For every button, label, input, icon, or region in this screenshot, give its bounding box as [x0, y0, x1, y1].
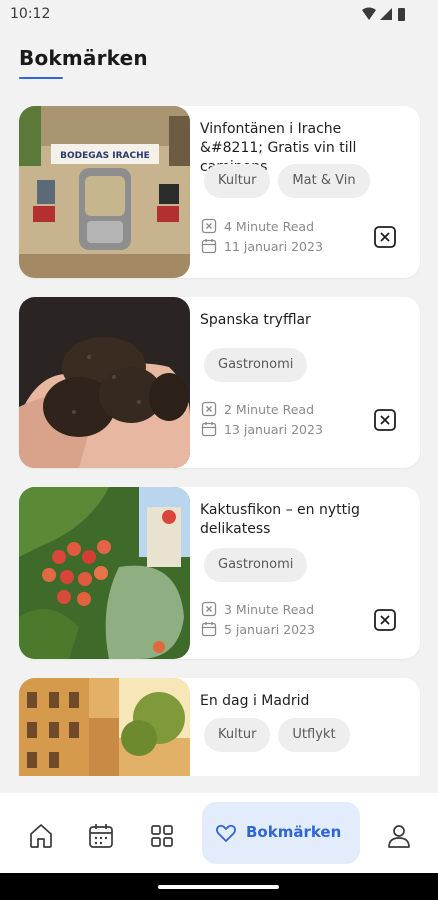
- grid-icon[interactable]: [147, 821, 177, 851]
- read-time-icon: [201, 218, 217, 234]
- tag-list: Kultur Mat & Vin: [204, 164, 370, 198]
- system-navigation-bar: [0, 873, 438, 900]
- tag-list: Gastronomi: [204, 548, 308, 582]
- bookmark-card[interactable]: Kaktusfikon – en nyttig delikatess Gastr…: [19, 487, 420, 659]
- article-image: BODEGAS IRACHE: [19, 106, 190, 278]
- remove-bookmark-button[interactable]: [373, 608, 397, 632]
- calendar-icon: [201, 622, 217, 637]
- bookmark-list[interactable]: BODEGAS IRACHE Vinfontänen i Irache &#82…: [0, 90, 438, 776]
- heart-icon: [215, 824, 237, 842]
- status-bar: 10:12: [0, 0, 438, 30]
- article-image: [19, 297, 190, 468]
- read-time: 4 Minute Read: [224, 218, 315, 234]
- article-title[interactable]: Kaktusfikon – en nyttig delikatess: [200, 501, 405, 539]
- home-indicator[interactable]: [158, 885, 279, 889]
- bookmark-card[interactable]: Spanska tryfflar Gastronomi 2 Minute Rea…: [19, 297, 420, 468]
- publish-date: 5 januari 2023: [224, 621, 315, 637]
- read-time-icon: [201, 601, 217, 617]
- tag-chip[interactable]: Mat & Vin: [278, 164, 370, 198]
- publish-date: 11 januari 2023: [224, 238, 323, 254]
- remove-bookmark-button[interactable]: [373, 408, 397, 432]
- nav-item-bookmarks[interactable]: Bokmärken: [202, 802, 360, 864]
- calendar-icon: [201, 422, 217, 437]
- publish-date: 13 januari 2023: [224, 421, 323, 437]
- image-sign-text: BODEGAS IRACHE: [60, 151, 150, 161]
- article-image: [19, 487, 190, 659]
- article-image: [19, 678, 190, 776]
- bookmark-card[interactable]: BODEGAS IRACHE Vinfontänen i Irache &#82…: [19, 106, 420, 278]
- article-meta: 2 Minute Read 13 januari 2023: [201, 399, 323, 439]
- article-title[interactable]: En dag i Madrid: [200, 692, 405, 711]
- article-title[interactable]: Spanska tryfflar: [200, 311, 405, 330]
- page-title: Bokmärken: [19, 46, 148, 70]
- tag-chip[interactable]: Gastronomi: [204, 348, 308, 382]
- home-icon[interactable]: [26, 821, 56, 851]
- bottom-navigation: Bokmärken: [0, 793, 438, 873]
- battery-icon: [398, 8, 405, 21]
- article-meta: 3 Minute Read 5 januari 2023: [201, 599, 315, 639]
- bookmark-card[interactable]: En dag i Madrid Kultur Utflykt: [19, 678, 420, 776]
- tag-chip[interactable]: Kultur: [204, 718, 271, 752]
- read-time-icon: [201, 401, 217, 417]
- article-meta: 4 Minute Read 11 januari 2023: [201, 216, 323, 256]
- wifi-icon: [362, 7, 376, 20]
- read-time: 3 Minute Read: [224, 601, 315, 617]
- remove-bookmark-button[interactable]: [373, 225, 397, 249]
- status-time: 10:12: [10, 6, 51, 22]
- profile-icon[interactable]: [384, 821, 414, 851]
- tag-list: Kultur Utflykt: [204, 718, 350, 752]
- nav-active-label: Bokmärken: [246, 823, 342, 841]
- signal-icon: [380, 8, 392, 20]
- tag-chip[interactable]: Kultur: [204, 164, 271, 198]
- calendar-icon: [201, 239, 217, 254]
- title-underline: [19, 77, 63, 79]
- read-time: 2 Minute Read: [224, 401, 315, 417]
- tag-chip[interactable]: Utflykt: [278, 718, 350, 752]
- tag-list: Gastronomi: [204, 348, 308, 382]
- status-icons: [362, 7, 405, 21]
- tag-chip[interactable]: Gastronomi: [204, 548, 308, 582]
- calendar-icon[interactable]: [86, 821, 116, 851]
